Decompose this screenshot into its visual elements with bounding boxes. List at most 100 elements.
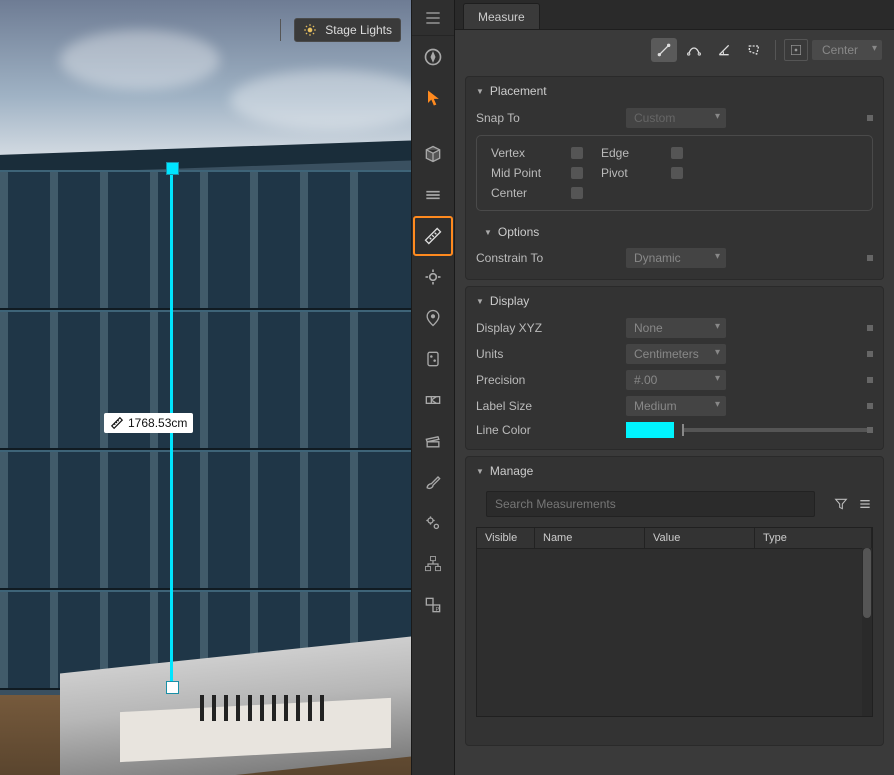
- units-select[interactable]: Centimeters: [626, 344, 726, 364]
- lbl-constrain: Constrain To: [476, 251, 626, 265]
- constrain-val: Dynamic: [634, 251, 681, 265]
- hamburger-icon[interactable]: [412, 0, 454, 36]
- snap-options: Vertex Edge Mid Point Pivot Center: [476, 135, 873, 211]
- subsection-options[interactable]: Options: [476, 219, 873, 245]
- lbl-label-size: Label Size: [476, 399, 626, 413]
- chk-center[interactable]: [571, 187, 583, 199]
- col-value[interactable]: Value: [645, 528, 755, 548]
- lbl-center: Center: [491, 186, 571, 200]
- lbl-vertex: Vertex: [491, 146, 571, 160]
- measure-mode-area[interactable]: [741, 38, 767, 62]
- chk-vertex[interactable]: [571, 147, 583, 159]
- toolbar-separator: [280, 19, 281, 41]
- movie-tool[interactable]: [413, 421, 453, 461]
- scrollbar[interactable]: [862, 548, 872, 716]
- measure-tool[interactable]: [413, 216, 453, 256]
- label-size-select[interactable]: Medium: [626, 396, 726, 416]
- measurements-table: Visible Name Value Type: [476, 527, 873, 717]
- svg-text:P: P: [436, 607, 440, 613]
- reset-dot[interactable]: [867, 377, 873, 383]
- reset-dot[interactable]: [867, 325, 873, 331]
- railing: [200, 695, 370, 725]
- stage-lights-button[interactable]: Stage Lights: [294, 18, 401, 42]
- tab-measure[interactable]: Measure: [463, 3, 540, 29]
- chk-midpoint[interactable]: [571, 167, 583, 179]
- col-type[interactable]: Type: [755, 528, 872, 548]
- cube-tool[interactable]: [413, 134, 453, 174]
- cloud: [60, 30, 220, 90]
- chk-edge[interactable]: [671, 147, 683, 159]
- precision-select[interactable]: #.00: [626, 370, 726, 390]
- measure-toolbar: Center: [455, 30, 894, 70]
- display-xyz-val: None: [634, 321, 663, 335]
- lbl-precision: Precision: [476, 373, 626, 387]
- search-measurements[interactable]: Search Measurements: [486, 491, 815, 517]
- lbl-midpoint: Mid Point: [491, 166, 571, 180]
- subsec-title: Options: [498, 225, 539, 239]
- chk-pivot[interactable]: [671, 167, 683, 179]
- col-visible[interactable]: Visible: [477, 528, 535, 548]
- section-title: Display: [490, 294, 529, 308]
- display-xyz-select[interactable]: None: [626, 318, 726, 338]
- sequencer-tool[interactable]: [413, 380, 453, 420]
- section-header-manage[interactable]: Manage: [466, 457, 883, 485]
- brush-tool[interactable]: [413, 462, 453, 502]
- measure-mode-point[interactable]: [651, 38, 677, 62]
- separator: [775, 40, 776, 60]
- precision-val: #.00: [634, 373, 657, 387]
- reset-dot[interactable]: [867, 351, 873, 357]
- hierarchy-tool[interactable]: [413, 544, 453, 584]
- settings-tool[interactable]: [413, 503, 453, 543]
- section-title: Manage: [490, 464, 533, 478]
- sun-icon: [303, 23, 317, 37]
- compass-tool[interactable]: [413, 37, 453, 77]
- building-floor: [0, 170, 411, 310]
- reset-dot[interactable]: [867, 403, 873, 409]
- lbl-display-xyz: Display XYZ: [476, 321, 626, 335]
- toolstrip: P: [411, 0, 455, 775]
- ruler-icon: [110, 416, 124, 430]
- measure-mode-angle[interactable]: [711, 38, 737, 62]
- filter-icon[interactable]: [833, 496, 849, 512]
- select-tool[interactable]: [413, 78, 453, 118]
- table-header: Visible Name Value Type: [477, 528, 872, 549]
- snap-to-value: Custom: [634, 111, 675, 125]
- center-dropdown[interactable]: Center: [812, 40, 882, 60]
- snap-to-select[interactable]: Custom: [626, 108, 726, 128]
- sun-tool[interactable]: [413, 257, 453, 297]
- lbl-edge: Edge: [601, 146, 671, 160]
- lbl-pivot: Pivot: [601, 166, 671, 180]
- section-header-placement[interactable]: Placement: [466, 77, 883, 105]
- section-header-display[interactable]: Display: [466, 287, 883, 315]
- measure-mode-multi[interactable]: [681, 38, 707, 62]
- search-placeholder: Search Measurements: [495, 497, 616, 511]
- reset-dot[interactable]: [867, 115, 873, 121]
- marker-tool[interactable]: [413, 298, 453, 338]
- building-floor: [0, 450, 411, 590]
- viewport-3d[interactable]: 1768.53cm Stage Lights: [0, 0, 411, 775]
- reset-dot[interactable]: [867, 255, 873, 261]
- lbl-snap-to: Snap To: [476, 111, 626, 125]
- measurement-value: 1768.53cm: [128, 416, 187, 430]
- section-display: Display Display XYZ None Units Centimete…: [465, 286, 884, 450]
- snap-toggle[interactable]: [784, 39, 808, 61]
- parent-tool[interactable]: P: [413, 585, 453, 625]
- section-manage: Manage Search Measurements Visible Name …: [465, 456, 884, 746]
- layers-tool[interactable]: [413, 175, 453, 215]
- stage-lights-label: Stage Lights: [325, 23, 392, 37]
- tab-bar: Measure: [455, 0, 894, 30]
- section-placement: Placement Snap To Custom Vertex Edge Mid…: [465, 76, 884, 280]
- line-color-slider[interactable]: [682, 428, 867, 432]
- material-tool[interactable]: [413, 339, 453, 379]
- line-color-swatch[interactable]: [626, 422, 674, 438]
- units-val: Centimeters: [634, 347, 699, 361]
- lbl-units: Units: [476, 347, 626, 361]
- constrain-select[interactable]: Dynamic: [626, 248, 726, 268]
- section-title: Placement: [490, 84, 547, 98]
- reset-dot[interactable]: [867, 427, 873, 433]
- col-name[interactable]: Name: [535, 528, 645, 548]
- label-size-val: Medium: [634, 399, 677, 413]
- measurement-label[interactable]: 1768.53cm: [104, 413, 193, 433]
- building-floor: [0, 310, 411, 450]
- menu-icon[interactable]: [857, 496, 873, 512]
